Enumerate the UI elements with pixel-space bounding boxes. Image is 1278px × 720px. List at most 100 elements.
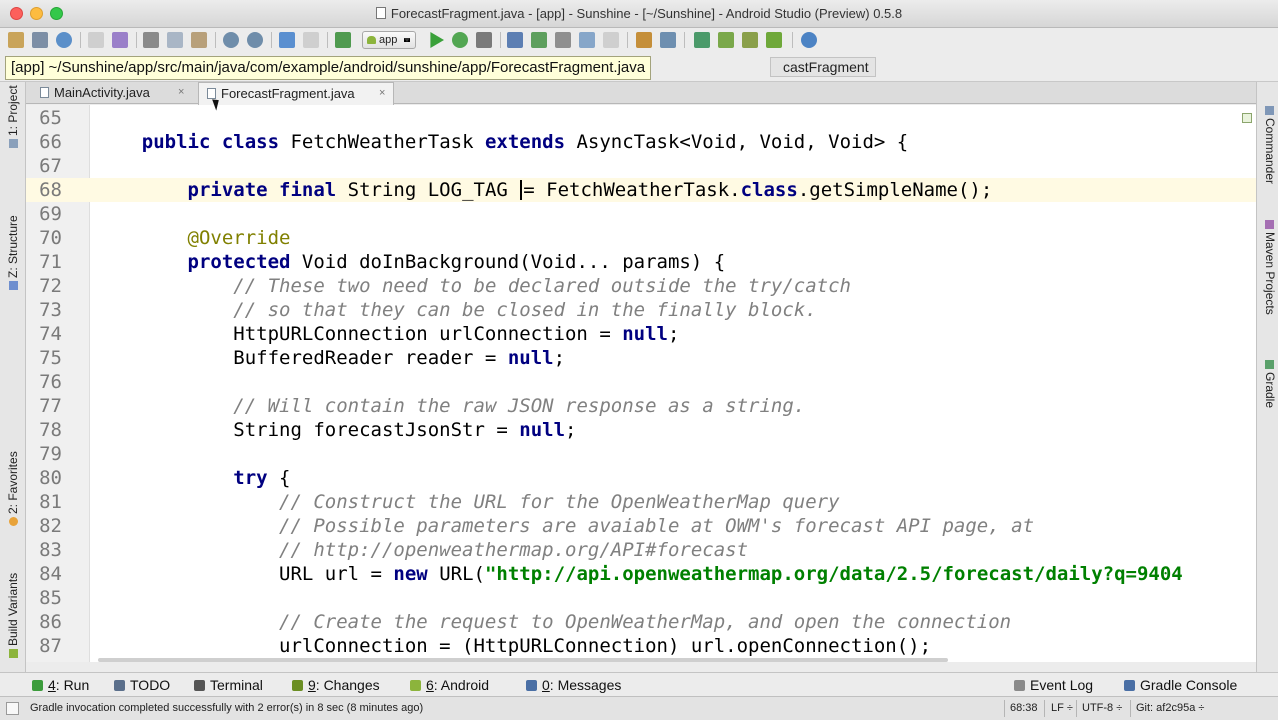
vcs-branch-select[interactable]: Git: af2c95a ÷ bbox=[1136, 702, 1204, 714]
code-token: URL url = bbox=[96, 563, 394, 585]
commander-panel-tab[interactable]: Commander bbox=[1263, 106, 1277, 184]
code-line[interactable]: 69 bbox=[26, 202, 1256, 226]
code-line[interactable]: 85 bbox=[26, 586, 1256, 610]
toolbar-separator bbox=[792, 32, 793, 48]
tool-window-gradleconsole[interactable]: Gradle Console bbox=[1124, 676, 1237, 694]
android-monitor-icon[interactable] bbox=[766, 32, 782, 48]
breadcrumb-forecastfragment[interactable]: castFragment bbox=[770, 57, 876, 77]
avd-manager-icon[interactable] bbox=[718, 32, 734, 48]
tool-windows-toggle-icon[interactable] bbox=[6, 702, 19, 715]
code-line[interactable]: 66 public class FetchWeatherTask extends… bbox=[26, 130, 1256, 154]
copy-icon[interactable] bbox=[167, 32, 183, 48]
line-number: 66 bbox=[39, 131, 62, 153]
code-line[interactable]: 68 private final String LOG_TAG = FetchW… bbox=[26, 178, 1256, 202]
tool-window-label: : Changes bbox=[315, 677, 380, 693]
code-editor[interactable]: 65 66 public class FetchWeatherTask exten… bbox=[26, 105, 1256, 662]
code-line[interactable]: 79 bbox=[26, 442, 1256, 466]
code-text: try { bbox=[96, 466, 290, 490]
build-variants-panel-tab[interactable]: Build Variants bbox=[6, 573, 20, 658]
tool-window-todo[interactable]: TODO bbox=[114, 676, 170, 694]
forward-icon[interactable] bbox=[303, 32, 319, 48]
open-folder-icon[interactable] bbox=[8, 32, 24, 48]
code-line[interactable]: 76 bbox=[26, 370, 1256, 394]
caret-position[interactable]: 68:38 bbox=[1010, 702, 1038, 714]
line-number: 72 bbox=[39, 275, 62, 297]
right-tool-strip: Commander Maven Projects Gradle bbox=[1256, 82, 1278, 672]
find-icon[interactable] bbox=[223, 32, 239, 48]
back-icon[interactable] bbox=[279, 32, 295, 48]
gradle-panel-tab[interactable]: Gradle bbox=[1263, 360, 1277, 408]
code-line[interactable]: 65 bbox=[26, 106, 1256, 130]
code-line[interactable]: 78 String forecastJsonStr = null; bbox=[26, 418, 1256, 442]
debug-icon[interactable] bbox=[452, 32, 468, 48]
status-message[interactable]: Gradle invocation completed successfully… bbox=[30, 702, 423, 714]
project-structure-icon[interactable] bbox=[660, 32, 676, 48]
code-string: "http://api.openweathermap.org/data/2.5/… bbox=[484, 563, 1183, 585]
vcs-update-icon[interactable] bbox=[507, 32, 523, 48]
vcs-compare-icon[interactable] bbox=[555, 32, 571, 48]
tab-forecastfragment[interactable]: ForecastFragment.java × bbox=[198, 82, 394, 105]
code-line[interactable]: 83 // http://openweathermap.org/API#fore… bbox=[26, 538, 1256, 562]
tool-window-icon bbox=[32, 680, 43, 691]
code-line[interactable]: 77 // Will contain the raw JSON response… bbox=[26, 394, 1256, 418]
tool-window-android[interactable]: 6: Android bbox=[410, 676, 489, 694]
run-icon[interactable] bbox=[430, 32, 444, 48]
project-panel-tab[interactable]: 1: Project bbox=[6, 85, 20, 148]
code-line[interactable]: 72 // These two need to be declared outs… bbox=[26, 274, 1256, 298]
tool-window-eventlog[interactable]: Event Log bbox=[1014, 676, 1093, 694]
replace-icon[interactable] bbox=[247, 32, 263, 48]
code-line[interactable]: 74 HttpURLConnection urlConnection = nul… bbox=[26, 322, 1256, 346]
encoding-select[interactable]: UTF-8 ÷ bbox=[1082, 702, 1122, 714]
tab-mainactivity[interactable]: MainActivity.java × bbox=[32, 82, 192, 104]
code-line[interactable]: 86 // Create the request to OpenWeatherM… bbox=[26, 610, 1256, 634]
code-line[interactable]: 73 // so that they can be closed in the … bbox=[26, 298, 1256, 322]
help-icon[interactable] bbox=[801, 32, 817, 48]
code-line[interactable]: 81 // Construct the URL for the OpenWeat… bbox=[26, 490, 1256, 514]
code-comment: // Construct the URL for the OpenWeather… bbox=[279, 491, 840, 513]
code-line[interactable]: 84 URL url = new URL("http://api.openwea… bbox=[26, 562, 1256, 586]
paste-icon[interactable] bbox=[191, 32, 207, 48]
horizontal-scrollbar[interactable] bbox=[98, 658, 948, 662]
sync-gradle-icon[interactable] bbox=[694, 32, 710, 48]
undo-icon[interactable] bbox=[88, 32, 104, 48]
tool-window-terminal[interactable]: Terminal bbox=[194, 676, 263, 694]
maven-panel-tab[interactable]: Maven Projects bbox=[1263, 220, 1277, 315]
code-text: public class FetchWeatherTask extends As… bbox=[96, 130, 908, 154]
structure-panel-tab[interactable]: Z: Structure bbox=[6, 215, 20, 290]
run-config-select[interactable]: app bbox=[362, 31, 416, 49]
vcs-commit-icon[interactable] bbox=[531, 32, 547, 48]
sdk-manager-icon[interactable] bbox=[742, 32, 758, 48]
close-icon[interactable]: × bbox=[379, 83, 385, 104]
close-icon[interactable]: × bbox=[178, 82, 184, 103]
settings-icon[interactable] bbox=[636, 32, 652, 48]
cut-icon[interactable] bbox=[143, 32, 159, 48]
vcs-history-icon[interactable] bbox=[579, 32, 595, 48]
tool-window-changes[interactable]: 9: Changes bbox=[292, 676, 380, 694]
toolbar-separator bbox=[271, 32, 272, 48]
code-token: String forecastJsonStr = bbox=[96, 419, 520, 441]
redo-icon[interactable] bbox=[112, 32, 128, 48]
code-line[interactable]: 82 // Possible parameters are avaiable a… bbox=[26, 514, 1256, 538]
vcs-revert-icon[interactable] bbox=[603, 32, 619, 48]
code-line[interactable]: 70 @Override bbox=[26, 226, 1256, 250]
code-line[interactable]: 75 BufferedReader reader = null; bbox=[26, 346, 1256, 370]
line-number: 78 bbox=[39, 419, 62, 441]
code-line[interactable]: 87 urlConnection = (HttpURLConnection) u… bbox=[26, 634, 1256, 658]
attach-debugger-icon[interactable] bbox=[476, 32, 492, 48]
tool-window-messages[interactable]: 0: Messages bbox=[526, 676, 621, 694]
line-separator-select[interactable]: LF ÷ bbox=[1051, 702, 1073, 714]
sync-icon[interactable] bbox=[56, 32, 72, 48]
code-line[interactable]: 71 protected Void doInBackground(Void...… bbox=[26, 250, 1256, 274]
favorites-panel-tab[interactable]: 2: Favorites bbox=[6, 451, 20, 526]
tool-window-run[interactable]: 4: Run bbox=[32, 676, 89, 694]
code-token: .getSimpleName(); bbox=[797, 179, 993, 201]
save-all-icon[interactable] bbox=[32, 32, 48, 48]
code-line[interactable]: 67 bbox=[26, 154, 1256, 178]
code-line[interactable]: 80 try { bbox=[26, 466, 1256, 490]
make-project-icon[interactable] bbox=[335, 32, 351, 48]
code-comment: // so that they can be closed in the fin… bbox=[233, 299, 817, 321]
toolbar-separator bbox=[136, 32, 137, 48]
chevron-down-icon bbox=[404, 38, 410, 42]
inspection-ok-icon[interactable] bbox=[1242, 113, 1252, 123]
